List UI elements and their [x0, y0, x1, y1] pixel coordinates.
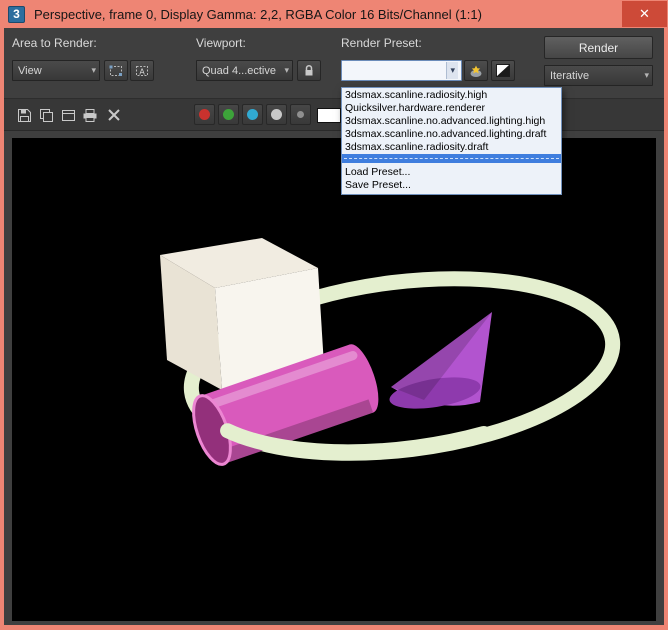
- dashed-line: [344, 158, 559, 159]
- preset-option[interactable]: 3dsmax.scanline.radiosity.high: [342, 89, 561, 102]
- viewport-select[interactable]: Quad 4...ective ▾: [196, 60, 293, 81]
- viewport-lock-button[interactable]: [297, 60, 321, 81]
- area-to-render-select[interactable]: View ▾: [12, 60, 100, 81]
- render-preset-select[interactable]: ▾: [341, 60, 462, 81]
- chevron-down-icon: ▾: [284, 65, 289, 75]
- gamma-split-icon: [496, 64, 510, 77]
- svg-text:A: A: [139, 67, 145, 76]
- rendered-frame-window: 3 Perspective, frame 0, Display Gamma: 2…: [0, 0, 668, 630]
- monochrome-button[interactable]: [266, 104, 287, 125]
- area-to-render-value: View: [18, 64, 42, 77]
- render-preset-label: Render Preset:: [341, 36, 422, 50]
- red-channel-button[interactable]: [194, 104, 215, 125]
- clone-window-button[interactable]: [58, 104, 78, 126]
- load-preset-option[interactable]: Load Preset...: [342, 166, 561, 179]
- render-scene: [12, 138, 656, 621]
- red-channel-icon: [199, 109, 210, 120]
- render-setup-icon: [470, 65, 482, 77]
- save-icon: [17, 108, 31, 122]
- gamma-toggle-button[interactable]: [491, 60, 515, 81]
- copy-icon: [39, 108, 53, 122]
- copy-image-button[interactable]: [36, 104, 56, 126]
- auto-region-icon: A: [136, 65, 148, 76]
- chevron-down-icon: ▾: [91, 65, 96, 75]
- preset-option[interactable]: 3dsmax.scanline.no.advanced.lighting.hig…: [342, 115, 561, 128]
- chevron-down-icon: ▾: [644, 70, 649, 80]
- preset-separator[interactable]: [342, 154, 561, 163]
- close-button[interactable]: ✕: [622, 1, 667, 27]
- green-channel-button[interactable]: [218, 104, 239, 125]
- chevron-down-icon: ▾: [446, 62, 458, 79]
- viewport-label: Viewport:: [196, 36, 246, 50]
- save-preset-option[interactable]: Save Preset...: [342, 179, 561, 192]
- window-content: Area to Render: View ▾ A Viewport: Quad …: [4, 28, 664, 625]
- area-to-render-label: Area to Render:: [12, 36, 97, 50]
- render-mode-value: Iterative: [550, 69, 590, 82]
- edit-region-icon: [109, 65, 122, 76]
- rfw-toolbar: [4, 98, 664, 131]
- alpha-channel-icon: [297, 111, 304, 118]
- color-swatch[interactable]: [316, 104, 342, 126]
- render-mode-select[interactable]: Iterative ▾: [544, 65, 653, 86]
- print-icon: [83, 108, 97, 122]
- auto-region-button[interactable]: A: [130, 60, 154, 81]
- edit-region-button[interactable]: [104, 60, 128, 81]
- viewport-value: Quad 4...ective: [202, 64, 276, 77]
- render-viewport: [12, 138, 656, 621]
- titlebar[interactable]: 3 Perspective, frame 0, Display Gamma: 2…: [0, 0, 668, 28]
- print-image-button[interactable]: [80, 104, 100, 126]
- app-icon[interactable]: 3: [8, 5, 25, 23]
- clone-window-icon: [61, 109, 75, 121]
- clear-image-button[interactable]: [104, 104, 124, 126]
- blue-channel-button[interactable]: [242, 104, 263, 125]
- preset-option[interactable]: Quicksilver.hardware.renderer: [342, 102, 561, 115]
- preset-option[interactable]: 3dsmax.scanline.radiosity.draft: [342, 141, 561, 154]
- lock-icon: [305, 64, 313, 76]
- render-preset-dropdown-list: 3dsmax.scanline.radiosity.high Quicksilv…: [341, 87, 562, 195]
- render-setup-button[interactable]: [464, 60, 488, 81]
- alpha-channel-button[interactable]: [290, 104, 311, 125]
- swatch-icon: [317, 107, 341, 123]
- blue-channel-icon: [247, 109, 258, 120]
- green-channel-icon: [223, 109, 234, 120]
- close-x-icon: [108, 109, 120, 121]
- preset-option[interactable]: 3dsmax.scanline.no.advanced.lighting.dra…: [342, 128, 561, 141]
- window-title: Perspective, frame 0, Display Gamma: 2,2…: [34, 6, 482, 22]
- monochrome-icon: [271, 109, 282, 120]
- save-image-button[interactable]: [14, 104, 34, 126]
- render-button[interactable]: Render: [544, 36, 653, 59]
